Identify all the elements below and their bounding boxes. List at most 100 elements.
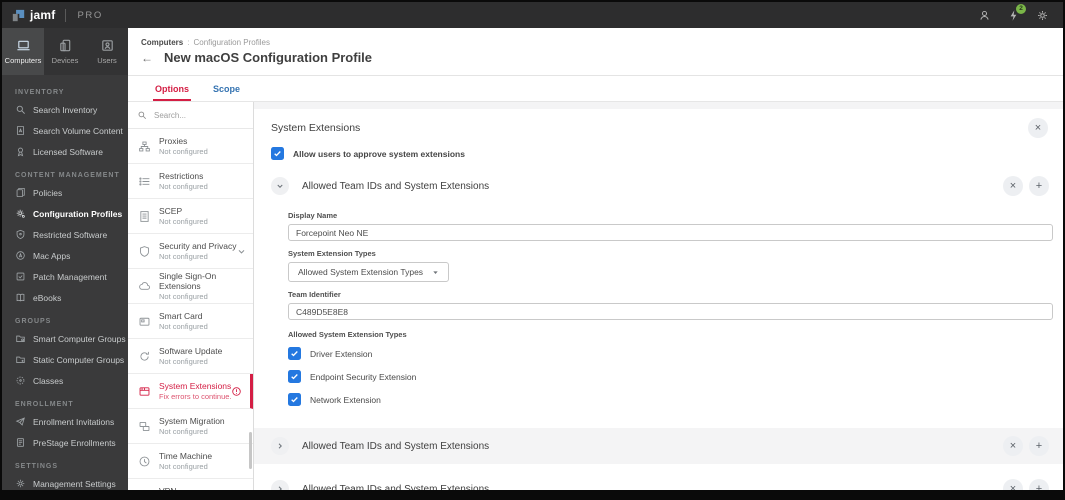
- payload-item-system-extensions[interactable]: System Extensions Fix errors to continue.: [128, 374, 253, 409]
- sidebar-item-mac-apps[interactable]: Mac Apps: [2, 245, 128, 266]
- back-arrow-icon[interactable]: ←: [141, 52, 153, 64]
- sidebar-item-search-inventory[interactable]: Search Inventory: [2, 99, 128, 120]
- endpoint-security-extension-checkbox[interactable]: [288, 370, 301, 383]
- expand-section-button[interactable]: [271, 437, 289, 455]
- sidebar-item-prestage-enrollments[interactable]: PreStage Enrollments: [2, 432, 128, 453]
- nav-item-label: Smart Computer Groups: [33, 333, 126, 344]
- nav-item-label: Configuration Profiles: [33, 208, 123, 219]
- software-update-icon: [140, 351, 149, 361]
- panel-title: System Extensions: [271, 122, 361, 134]
- nav-item-label: Classes: [33, 375, 64, 386]
- settings-gear-icon[interactable]: [1036, 9, 1049, 22]
- expand-section-button[interactable]: [271, 480, 289, 490]
- close-panel-button[interactable]: ×: [1028, 118, 1048, 138]
- sidebar-item-restricted-software[interactable]: Restricted Software: [2, 224, 128, 245]
- team-identifier-field[interactable]: [288, 303, 1053, 320]
- module-tab-users[interactable]: Users: [86, 28, 128, 75]
- tab-bar: Options Scope: [128, 76, 1063, 102]
- payload-item-proxies[interactable]: Proxies Not configured: [128, 129, 253, 164]
- sidebar-item-configuration-profiles[interactable]: Configuration Profiles: [2, 203, 128, 224]
- payload-scrollbar[interactable]: [249, 432, 252, 469]
- users-icon: [101, 40, 113, 51]
- sidebar-item-licensed-software[interactable]: Licensed Software: [2, 141, 128, 162]
- sidebar-item-policies[interactable]: Policies: [2, 182, 128, 203]
- payload-item-time-machine[interactable]: Time Machine Not configured: [128, 444, 253, 479]
- breadcrumb-configuration-profiles[interactable]: Configuration Profiles: [193, 38, 269, 47]
- system-migration-icon: [139, 421, 150, 431]
- remove-section-button[interactable]: ×: [1003, 436, 1023, 456]
- team-ids-section-1-header: Allowed Team IDs and System Extensions ×…: [254, 169, 1063, 203]
- sidebar-item-smart-computer-groups[interactable]: Smart Computer Groups: [2, 328, 128, 349]
- approve-checkbox[interactable]: [271, 147, 284, 160]
- scep-icon: [140, 210, 149, 222]
- nav-item-label: Patch Management: [33, 271, 107, 282]
- allowed-types-label: Allowed System Extension Types: [288, 330, 407, 339]
- collapse-section-button[interactable]: [271, 177, 289, 195]
- nav-item-label: Enrollment Invitations: [33, 416, 115, 427]
- payload-item-security-and-privacy[interactable]: Security and Privacy Not configured: [128, 234, 253, 269]
- chevron-down-icon: [238, 249, 245, 254]
- endpoint-security-extension-label: Endpoint Security Extension: [310, 371, 417, 382]
- payload-status: Not configured: [159, 357, 208, 366]
- payload-name: VPN: [159, 486, 208, 490]
- sidebar-item-management-settings[interactable]: Management Settings: [2, 473, 128, 490]
- devices-icon: [59, 39, 70, 52]
- section-title: Allowed Team IDs and System Extensions: [302, 483, 490, 491]
- payload-status: Fix errors to continue.: [159, 392, 232, 401]
- system-extension-types-select[interactable]: Allowed System Extension Types: [288, 262, 450, 282]
- add-section-button[interactable]: +: [1029, 436, 1049, 456]
- add-section-button[interactable]: +: [1029, 176, 1049, 196]
- proxies-icon: [139, 141, 150, 151]
- nav-item-label: Management Settings: [33, 478, 116, 489]
- payload-item-smart-card[interactable]: Smart Card Not configured: [128, 304, 253, 339]
- team-identifier-label: Team Identifier: [288, 290, 341, 299]
- sidebar-nav: INVENTORY Search Inventory Search Volume…: [2, 75, 128, 490]
- payload-name: Time Machine: [159, 451, 213, 461]
- panel-top-gap: [254, 102, 1063, 109]
- approve-checkbox-label: Allow users to approve system extensions: [293, 148, 465, 159]
- page-title: New macOS Configuration Profile: [164, 50, 373, 65]
- payload-item-scep[interactable]: SCEP Not configured: [128, 199, 253, 234]
- module-tab-label: Users: [97, 56, 117, 65]
- payload-name: System Extensions: [159, 381, 232, 391]
- add-section-button[interactable]: +: [1029, 479, 1049, 490]
- tab-scope[interactable]: Scope: [213, 76, 240, 101]
- breadcrumb-computers[interactable]: Computers: [141, 38, 183, 47]
- remove-section-button[interactable]: ×: [1003, 479, 1023, 490]
- payload-item-vpn[interactable]: VPNNot configured: [128, 479, 253, 490]
- search-input[interactable]: [152, 109, 240, 121]
- sidebar-item-ebooks[interactable]: eBooks: [2, 287, 128, 308]
- display-name-field[interactable]: [288, 224, 1053, 241]
- team-ids-form: Display Name System Extension Types Allo…: [254, 203, 1063, 420]
- notification-badge: 2: [1016, 3, 1026, 14]
- network-extension-checkbox[interactable]: [288, 393, 301, 406]
- tab-options[interactable]: Options: [153, 76, 191, 101]
- payload-item-restrictions[interactable]: Restrictions Not configured: [128, 164, 253, 199]
- smart-group-icon: [16, 335, 25, 343]
- shield-icon: [16, 229, 25, 240]
- payload-name: Software Update: [159, 346, 223, 356]
- award-icon: [17, 147, 24, 157]
- payload-status: Not configured: [159, 182, 208, 191]
- sidebar-item-search-volume-content[interactable]: Search Volume Content: [2, 120, 128, 141]
- chevron-right-icon: [278, 486, 282, 490]
- module-tab-computers[interactable]: Computers: [2, 28, 44, 75]
- remove-section-button[interactable]: ×: [1003, 176, 1023, 196]
- security-privacy-icon: [139, 245, 150, 257]
- restrictions-icon: [139, 177, 150, 185]
- sidebar-item-patch-management[interactable]: Patch Management: [2, 266, 128, 287]
- system-extension-types-label: System Extension Types: [288, 249, 376, 258]
- account-icon[interactable]: [978, 9, 991, 22]
- notifications-icon[interactable]: 2: [1007, 3, 1026, 22]
- module-tab-devices[interactable]: Devices: [44, 28, 86, 75]
- sidebar-item-classes[interactable]: Classes: [2, 370, 128, 391]
- vpn-lock-icon: [138, 490, 151, 491]
- driver-extension-checkbox[interactable]: [288, 347, 301, 360]
- sidebar-item-static-computer-groups[interactable]: Static Computer Groups: [2, 349, 128, 370]
- payload-item-single-sign-on-extensions[interactable]: Single Sign-On Extensions Not configured: [128, 269, 253, 304]
- endpoint-security-extension-row: Endpoint Security Extension: [288, 370, 1053, 383]
- payload-item-system-migration[interactable]: System Migration Not configured: [128, 409, 253, 444]
- page-header: Computers: Configuration Profiles ← New m…: [128, 28, 1063, 76]
- sidebar-item-enrollment-invitations[interactable]: Enrollment Invitations: [2, 411, 128, 432]
- payload-item-software-update[interactable]: Software Update Not configured: [128, 339, 253, 374]
